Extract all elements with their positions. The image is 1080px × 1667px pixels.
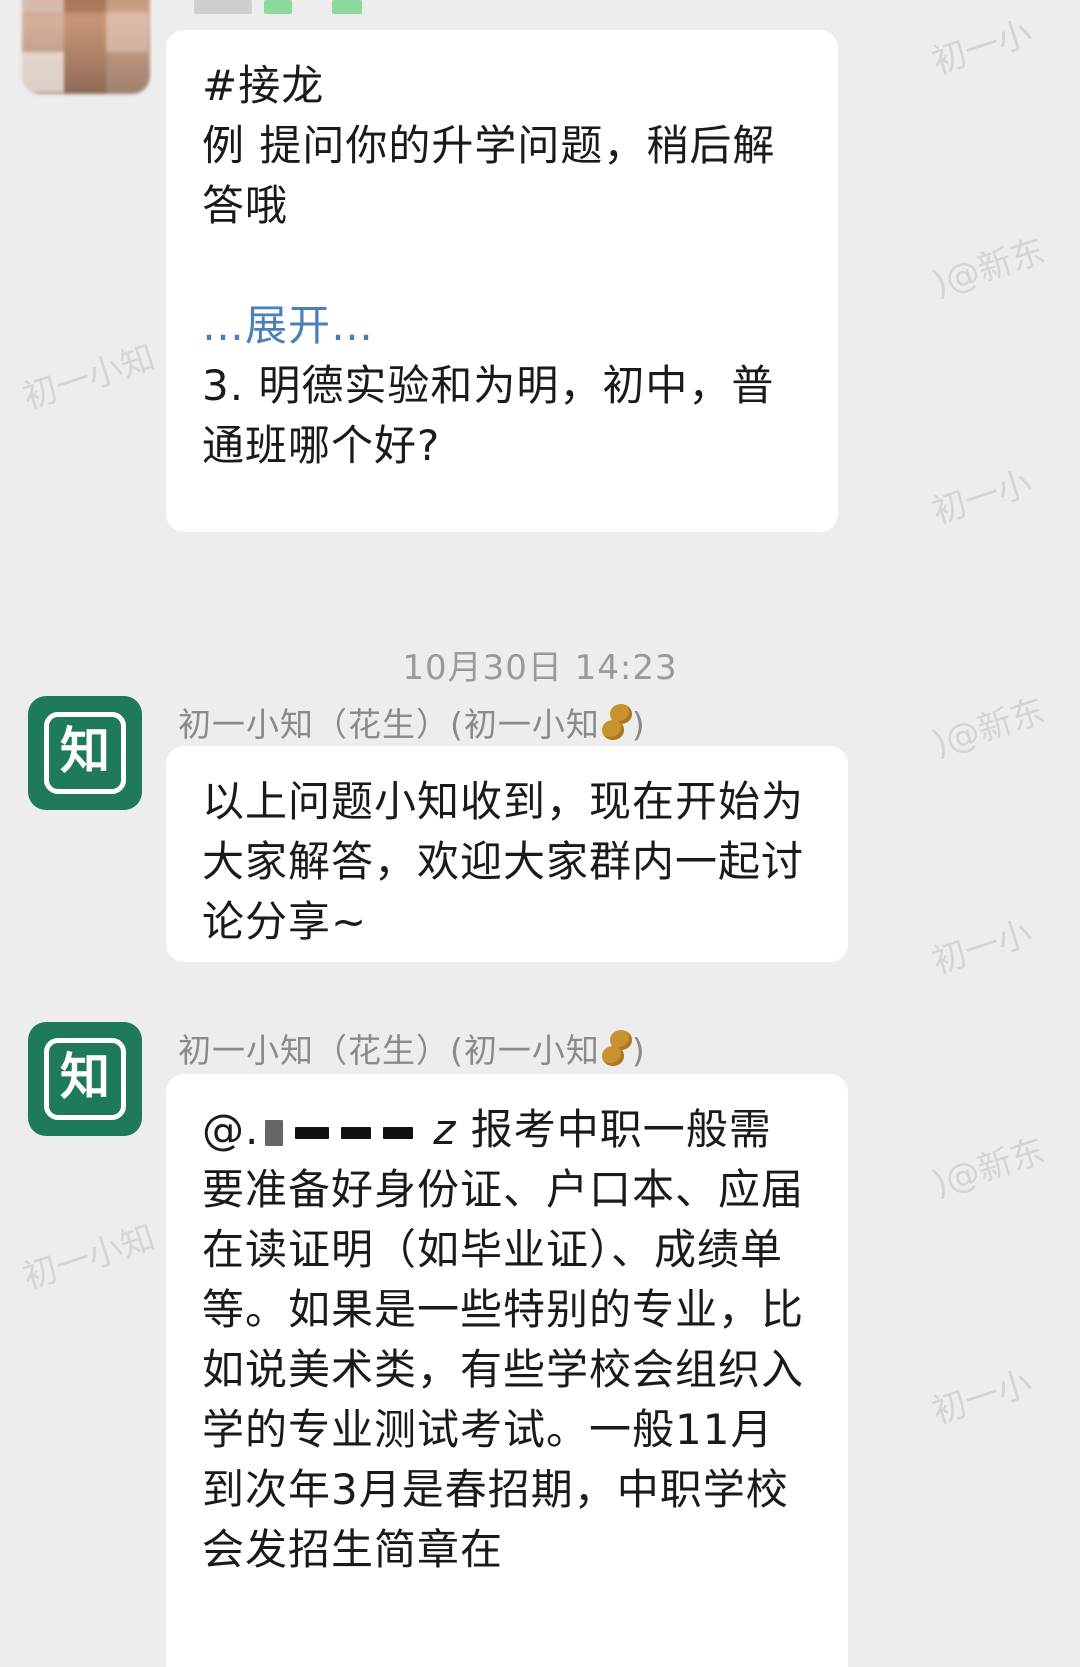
- watermark-text: 初一小: [927, 913, 1037, 983]
- message-bubble[interactable]: #接龙 例 提问你的升学问题，稍后解答哦 …展开… 3. 明德实验和为明，初中，…: [166, 30, 838, 532]
- sender-name-redacted: [264, 0, 292, 14]
- mention-redacted: [295, 1126, 330, 1139]
- message-text: 3. 明德实验和为明，初中，普通班哪个好?: [202, 361, 775, 470]
- zhi-logo-icon: 知: [44, 1038, 126, 1120]
- watermark-text: 初一小: [927, 1363, 1037, 1433]
- watermark-text: 初一小知: [18, 1217, 160, 1298]
- chat-timestamp: 10月30日 14:23: [402, 648, 678, 688]
- message-text: 例 提问你的升学问题，稍后解答哦: [202, 121, 776, 230]
- message-text: @. z 报考中职一般需要准备好身份证、户口本、应届在读证明（如毕业证）、成绩单等…: [202, 1105, 805, 1574]
- message-text: #接龙: [202, 61, 325, 110]
- message-bubble[interactable]: @. z 报考中职一般需要准备好身份证、户口本、应届在读证明（如毕业证）、成绩单等…: [166, 1074, 848, 1667]
- chat-view[interactable]: 初一小 初一小知 )@新东 初一小 )@新东 初一小 初一小知 )@新东 初一小…: [0, 0, 1080, 1667]
- mention[interactable]: z: [433, 1105, 456, 1154]
- watermark-text: 初一小知: [18, 337, 160, 418]
- mention-redacted: [341, 1126, 372, 1139]
- sender-name-redacted: [194, 0, 252, 14]
- mention[interactable]: @.: [202, 1105, 259, 1154]
- sender-name: 初一小知（花生）(初一小知): [178, 704, 646, 744]
- sender-name-redacted: [332, 0, 362, 14]
- sender-name: 初一小知（花生）(初一小知): [178, 1030, 646, 1070]
- peanut-icon: [601, 1030, 632, 1068]
- expand-link[interactable]: …展开…: [202, 296, 802, 356]
- avatar[interactable]: 知: [28, 1022, 142, 1136]
- peanut-icon: [601, 704, 632, 742]
- avatar[interactable]: [22, 0, 150, 94]
- avatar[interactable]: 知: [28, 696, 142, 810]
- message-bubble[interactable]: 以上问题小知收到，现在开始为大家解答，欢迎大家群内一起讨论分享~: [166, 746, 848, 962]
- watermark-text: 初一小: [927, 463, 1037, 533]
- message-text: 以上问题小知收到，现在开始为大家解答，欢迎大家群内一起讨论分享~: [202, 777, 805, 946]
- watermark-text: 初一小: [927, 13, 1037, 83]
- watermark-text: )@新东: [927, 1130, 1050, 1205]
- zhi-logo-icon: 知: [44, 712, 126, 794]
- mention-redacted: [383, 1126, 414, 1139]
- watermark-text: )@新东: [927, 690, 1050, 765]
- mention-redacted: [265, 1119, 284, 1146]
- watermark-text: )@新东: [927, 230, 1050, 305]
